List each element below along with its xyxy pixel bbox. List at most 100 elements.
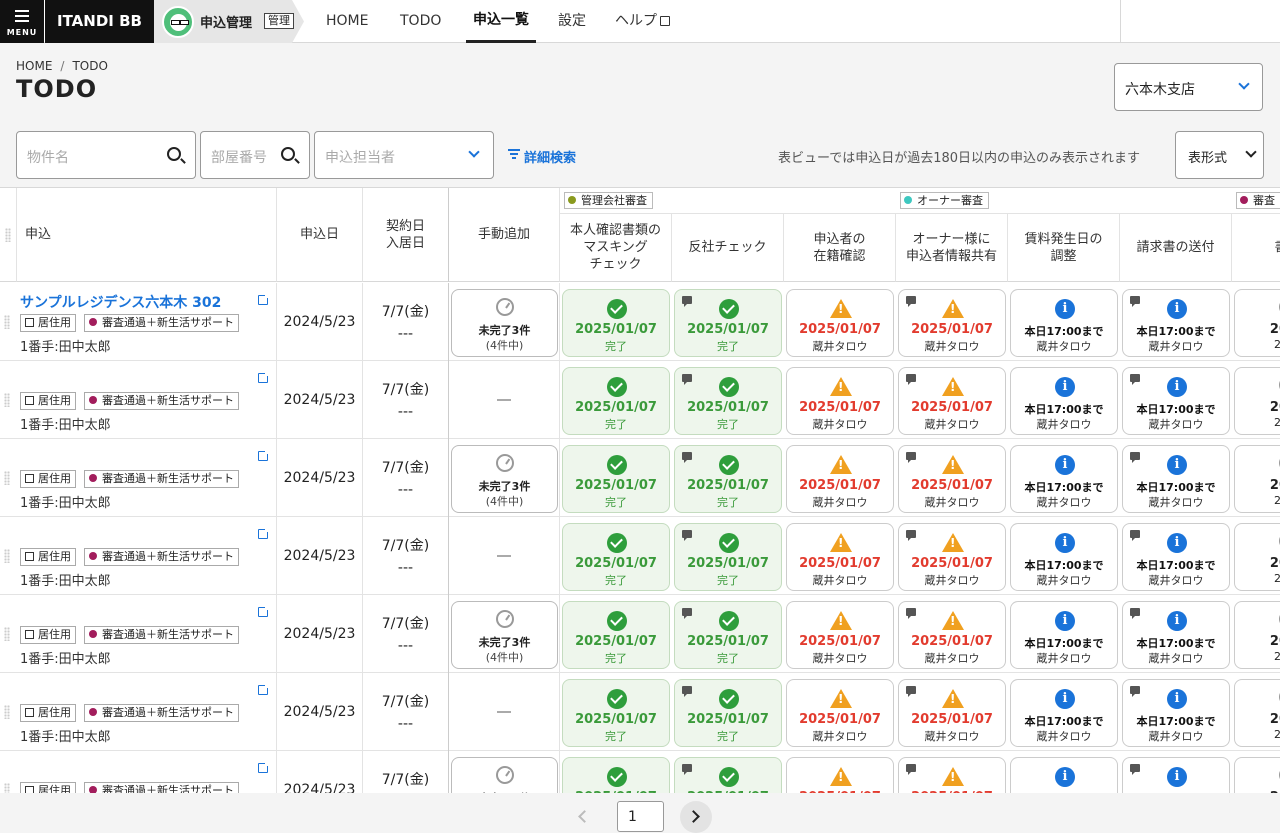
table-row[interactable]: 居住用 審査通過＋新生活サポート 1番手:田中太郎 2024/5/23 7/7(金) --… (0, 595, 1280, 673)
task-status-card[interactable]: 2025/01/07完了 (674, 679, 782, 747)
task-status-card[interactable]: 2025/01/07蔵井タロウ (786, 289, 894, 357)
page-number-input[interactable]: 1 (617, 801, 664, 832)
col-header-task[interactable]: 本人確認書類の マスキング チェック (560, 214, 672, 282)
task-status-card[interactable]: 2025/01/07蔵井タロウ (898, 367, 1006, 435)
task-status-card[interactable]: 本日17:00まで蔵井タロウ (1122, 289, 1230, 357)
task-status-card[interactable]: 2025/01/07蔵井タロウ (786, 757, 894, 793)
external-link-icon[interactable] (258, 605, 270, 617)
table-row[interactable]: 居住用審査通過＋新生活サポート2024/5/237/7(金)未完了3件2025/… (0, 751, 1280, 793)
external-link-icon[interactable] (258, 371, 270, 383)
col-header-task[interactable]: オーナー様に 申込者情報共有 (896, 214, 1008, 282)
col-header-task[interactable]: 請求書の送付 (1120, 214, 1232, 282)
task-status-card[interactable]: 本日17:00まで蔵井タロウ (1122, 757, 1230, 793)
task-status-card[interactable]: 2025/01/07完了 (674, 757, 782, 793)
breadcrumb-home[interactable]: HOME (16, 59, 52, 73)
nav-settings[interactable]: 設定 (558, 0, 586, 43)
room-search-input[interactable]: 部屋番号 (200, 131, 310, 179)
drag-handle-icon[interactable] (4, 705, 10, 719)
nav-help[interactable]: ヘルプ (615, 0, 670, 43)
task-status-card[interactable]: 2025/01/07蔵井タロウ (786, 523, 894, 591)
search-icon[interactable] (281, 147, 295, 161)
task-status-card[interactable]: 2025/01/07完了 (562, 679, 670, 747)
task-status-card[interactable]: 本日17:00まで蔵井タロウ (1122, 523, 1230, 591)
next-page-button[interactable] (680, 801, 712, 833)
task-status-card[interactable]: 2025/01/07蔵井タロウ (898, 601, 1006, 669)
task-status-card[interactable]: 20252025 (1234, 757, 1280, 793)
drag-handle-icon[interactable] (4, 549, 10, 563)
table-row[interactable]: 居住用 審査通過＋新生活サポート 1番手:田中太郎 2024/5/23 7/7(金) --… (0, 361, 1280, 439)
external-link-icon[interactable] (258, 683, 270, 695)
task-status-card[interactable]: 2025/01/07蔵井タロウ (898, 757, 1006, 793)
nav-todo[interactable]: TODO (400, 0, 441, 43)
drag-handle-icon[interactable] (4, 627, 10, 641)
task-status-card[interactable]: 2025/01/07完了 (562, 601, 670, 669)
task-status-card[interactable]: 本日17:00まで蔵井タロウ (1122, 445, 1230, 513)
col-header-task[interactable]: 書類 (1232, 214, 1280, 282)
external-link-icon[interactable] (258, 761, 270, 773)
task-status-card[interactable]: 2025/01/07完了 (674, 445, 782, 513)
table-row[interactable]: 居住用 審査通過＋新生活サポート 1番手:田中太郎 2024/5/23 7/7(金) --… (0, 673, 1280, 751)
external-link-icon[interactable] (258, 449, 270, 461)
task-status-card[interactable]: 2025/01/07完了 (562, 523, 670, 591)
task-status-card[interactable]: 2025/01/07蔵井タロウ (786, 601, 894, 669)
task-status-card[interactable]: 2025/01/07完了 (674, 523, 782, 591)
task-status-card[interactable]: 2025/01/07完了 (562, 757, 670, 793)
task-status-card[interactable]: 20252025 (1234, 289, 1280, 357)
assignee-select[interactable]: 申込担当者 (314, 131, 494, 179)
task-status-card[interactable]: 本日17:00まで蔵井タロウ (1010, 757, 1118, 793)
col-header-contract[interactable]: 契約日 入居日 (363, 188, 449, 282)
task-status-card[interactable]: 2025/01/07完了 (562, 367, 670, 435)
manual-task-card[interactable]: 未完了3件 (451, 757, 558, 793)
external-link-icon[interactable] (258, 527, 270, 539)
col-header-application[interactable]: 申込 (17, 188, 277, 282)
task-status-card[interactable]: 2025/01/07蔵井タロウ (898, 679, 1006, 747)
task-status-card[interactable]: 本日17:00まで蔵井タロウ (1010, 289, 1118, 357)
drag-handle-icon[interactable] (4, 315, 10, 329)
task-status-card[interactable]: 本日17:00まで蔵井タロウ (1010, 679, 1118, 747)
col-header-task[interactable]: 申込者の 在籍確認 (784, 214, 896, 282)
drag-handle-icon[interactable] (4, 393, 10, 407)
col-header-manual[interactable]: 手動追加 (449, 188, 560, 282)
branch-select[interactable]: 六本木支店 (1114, 63, 1263, 111)
task-status-card[interactable]: 2025/01/07完了 (674, 601, 782, 669)
detail-search-button[interactable]: 詳細検索 (508, 147, 576, 166)
manual-task-card[interactable]: 未完了3件 (4件中) (451, 289, 558, 357)
task-status-card[interactable]: 本日17:00まで蔵井タロウ (1010, 367, 1118, 435)
view-mode-select[interactable]: 表形式 (1175, 131, 1264, 179)
task-status-card[interactable]: 本日17:00まで蔵井タロウ (1010, 523, 1118, 591)
drag-handle-icon[interactable] (4, 471, 10, 485)
task-status-card[interactable]: 20252025 (1234, 367, 1280, 435)
prev-page-button[interactable] (568, 801, 600, 833)
task-status-card[interactable]: 20252025 (1234, 445, 1280, 513)
task-status-card[interactable]: 20252025 (1234, 523, 1280, 591)
table-row[interactable]: 居住用 審査通過＋新生活サポート 1番手:田中太郎 2024/5/23 7/7(金) --… (0, 517, 1280, 595)
task-status-card[interactable]: 20252025 (1234, 601, 1280, 669)
task-status-card[interactable]: 2025/01/07蔵井タロウ (786, 445, 894, 513)
task-status-card[interactable]: 2025/01/07蔵井タロウ (898, 445, 1006, 513)
manual-task-card[interactable]: 未完了3件 (4件中) (451, 445, 558, 513)
nav-home[interactable]: HOME (326, 0, 368, 43)
col-header-task[interactable]: 反社チェック (672, 214, 784, 282)
task-status-card[interactable]: 本日17:00まで蔵井タロウ (1122, 601, 1230, 669)
drag-handle-icon[interactable] (4, 783, 10, 793)
external-link-icon[interactable] (258, 293, 270, 305)
task-status-card[interactable]: 2025/01/07蔵井タロウ (786, 367, 894, 435)
table-row[interactable]: サンプルレジデンス六本木 302 居住用 審査通過＋新生活サポート 1番手:田中太郎 2… (0, 283, 1280, 361)
task-status-card[interactable]: 2025/01/07蔵井タロウ (898, 289, 1006, 357)
task-status-card[interactable]: 2025/01/07蔵井タロウ (786, 679, 894, 747)
col-header-date[interactable]: 申込日 (277, 188, 363, 282)
property-link[interactable]: サンプルレジデンス六本木 302 (20, 292, 221, 312)
task-status-card[interactable]: 2025/01/07完了 (562, 445, 670, 513)
search-icon[interactable] (167, 147, 181, 161)
task-status-card[interactable]: 2025/01/07完了 (674, 367, 782, 435)
task-status-card[interactable]: 20252025 (1234, 679, 1280, 747)
nav-applications[interactable]: 申込一覧 (466, 0, 536, 43)
menu-button[interactable]: MENU (0, 0, 44, 43)
task-status-card[interactable]: 本日17:00まで蔵井タロウ (1010, 601, 1118, 669)
task-status-card[interactable]: 本日17:00まで蔵井タロウ (1010, 445, 1118, 513)
task-status-card[interactable]: 本日17:00まで蔵井タロウ (1122, 367, 1230, 435)
task-status-card[interactable]: 2025/01/07蔵井タロウ (898, 523, 1006, 591)
manual-task-card[interactable]: 未完了3件 (4件中) (451, 601, 558, 669)
table-row[interactable]: 居住用 審査通過＋新生活サポート 1番手:田中太郎 2024/5/23 7/7(金) --… (0, 439, 1280, 517)
task-status-card[interactable]: 2025/01/07完了 (562, 289, 670, 357)
